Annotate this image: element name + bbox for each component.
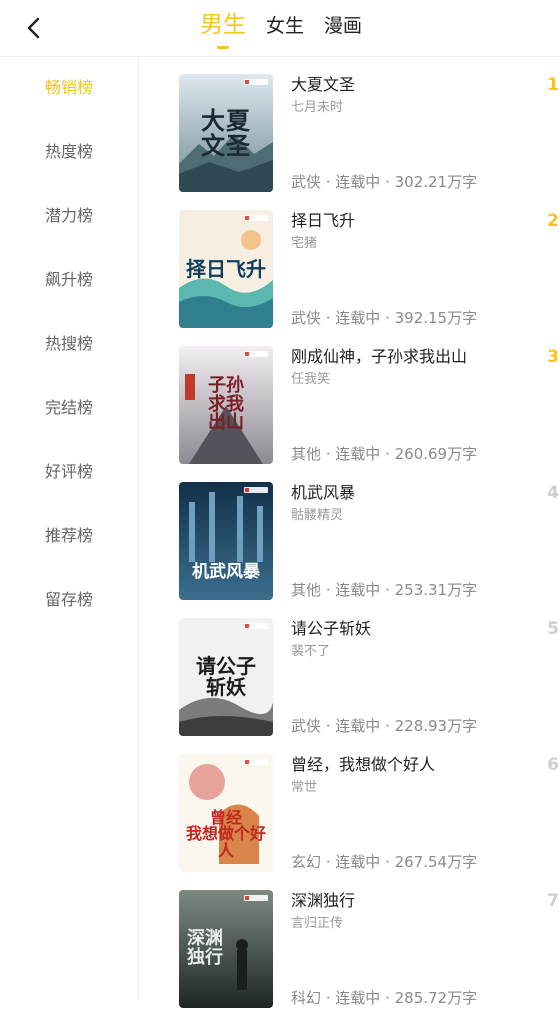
book-list-item[interactable]: 请公子 斩妖 请公子斩妖 裴不了 武侠 · 连载中 · 228.93万字 5 [179,618,559,738]
book-author: 骷髅精灵 [291,508,344,523]
book-cover: 曾经 我想做个好人 [179,754,273,872]
book-list-item[interactable]: 深渊 独行 深渊独行 言归正传 科幻 · 连载中 · 285.72万字 7 [179,890,559,1010]
sidebar-item-retention[interactable]: 留存榜 [0,580,138,620]
book-title: 深渊独行 [291,891,356,910]
book-author: 七月未时 [291,100,344,115]
book-cover: 子孙 求我 出山 [179,346,273,464]
tab-comics[interactable]: 漫画 [324,0,362,40]
book-author: 常世 [291,780,318,795]
book-cover: 机武风暴 [179,482,273,600]
sidebar-item-popularity[interactable]: 热度榜 [0,132,138,172]
rank-number: 2 [547,211,559,231]
book-author: 任我笑 [291,372,331,387]
book-title: 择日飞升 [291,211,356,230]
book-meta: 玄幻 · 连载中 · 267.54万字 [291,853,478,871]
back-button[interactable] [20,14,48,42]
book-author: 宅猪 [291,236,318,251]
book-title: 刚成仙神，子孙求我出山 [291,347,468,366]
rank-number: 6 [547,755,559,775]
book-list-item[interactable]: 子孙 求我 出山 刚成仙神，子孙求我出山 任我笑 其他 · 连载中 · 260.69… [179,346,559,466]
book-meta: 武侠 · 连载中 · 302.21万字 [291,173,478,191]
book-title: 曾经，我想做个好人 [291,755,436,774]
rank-number: 4 [547,483,559,503]
chevron-left-icon [27,17,40,39]
top-bar: 男生 女生 漫画 [0,0,560,57]
book-title: 大夏文圣 [291,75,356,94]
book-title: 机武风暴 [291,483,356,502]
ranking-sidebar: 畅销榜 热度榜 潜力榜 飙升榜 热搜榜 完结榜 好评榜 推荐榜 留存榜 [0,57,139,999]
rank-number: 5 [547,619,559,639]
sidebar-item-rising[interactable]: 飙升榜 [0,260,138,300]
tab-label: 男生 [200,12,246,38]
book-meta: 其他 · 连载中 · 253.31万字 [291,581,478,599]
sidebar-item-completed[interactable]: 完结榜 [0,388,138,428]
sidebar-item-potential[interactable]: 潜力榜 [0,196,138,236]
book-cover: 深渊 独行 [179,890,273,1008]
book-author: 裴不了 [291,644,331,659]
book-title: 请公子斩妖 [291,619,372,638]
book-meta: 科幻 · 连载中 · 285.72万字 [291,989,478,1007]
book-list-item[interactable]: 大夏 文圣 大夏文圣 七月未时 武侠 · 连载中 · 302.21万字 1 [179,74,559,194]
sidebar-item-hot-search[interactable]: 热搜榜 [0,324,138,364]
gender-tabs: 男生 女生 漫画 [200,0,382,56]
rank-number: 3 [547,347,559,367]
active-tab-indicator [217,46,229,49]
book-ranking-list: 大夏 文圣 大夏文圣 七月未时 武侠 · 连载中 · 302.21万字 1 择日飞… [139,57,560,1008]
tab-male[interactable]: 男生 [200,0,246,49]
sidebar-item-recommended[interactable]: 推荐榜 [0,516,138,556]
book-list-item[interactable]: 机武风暴 机武风暴 骷髅精灵 其他 · 连载中 · 253.31万字 4 [179,482,559,602]
book-list-item[interactable]: 择日飞升 择日飞升 宅猪 武侠 · 连载中 · 392.15万字 2 [179,210,559,330]
book-meta: 武侠 · 连载中 · 228.93万字 [291,717,478,735]
tab-label: 女生 [266,15,305,37]
rank-number: 1 [547,75,559,95]
book-cover: 大夏 文圣 [179,74,273,192]
book-list-item[interactable]: 曾经 我想做个好人 曾经，我想做个好人 常世 玄幻 · 连载中 · 267.54万… [179,754,559,874]
tab-female[interactable]: 女生 [266,0,304,40]
book-cover: 择日飞升 [179,210,273,328]
book-cover: 请公子 斩妖 [179,618,273,736]
sidebar-item-bestseller[interactable]: 畅销榜 [0,68,138,108]
tab-label: 漫画 [324,15,363,37]
book-author: 言归正传 [291,916,344,931]
sidebar-item-top-rated[interactable]: 好评榜 [0,452,138,492]
book-meta: 武侠 · 连载中 · 392.15万字 [291,309,478,327]
book-meta: 其他 · 连载中 · 260.69万字 [291,445,478,463]
rank-number: 7 [547,891,559,911]
